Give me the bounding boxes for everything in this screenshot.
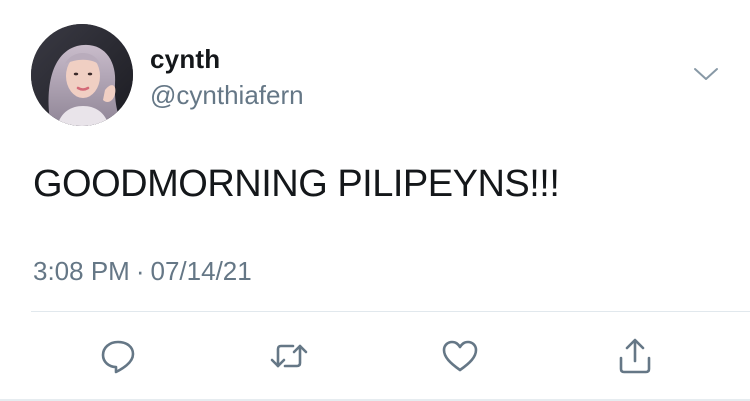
like-button[interactable] <box>440 336 480 376</box>
retweet-icon <box>270 344 308 368</box>
avatar[interactable] <box>31 24 133 126</box>
share-icon <box>619 338 651 374</box>
reply-icon <box>101 340 135 374</box>
tweet-text: GOODMORNING PILIPEYNS!!! <box>33 163 560 205</box>
retweet-button[interactable] <box>269 336 309 376</box>
heart-icon <box>442 340 478 372</box>
more-options-button[interactable] <box>693 64 719 84</box>
avatar-image <box>31 24 133 126</box>
tweet-timestamp[interactable]: 3:08 PM · 07/14/21 <box>33 256 252 287</box>
meta-separator: · <box>135 256 145 286</box>
chevron-down-icon <box>694 68 718 80</box>
divider <box>31 311 750 312</box>
reply-button[interactable] <box>98 336 138 376</box>
display-name[interactable]: cynth <box>150 44 220 75</box>
user-handle[interactable]: @cynthiafern <box>150 80 304 111</box>
tweet-date: 07/14/21 <box>150 256 252 286</box>
share-button[interactable] <box>615 336 655 376</box>
tweet-time: 3:08 PM <box>33 256 130 286</box>
